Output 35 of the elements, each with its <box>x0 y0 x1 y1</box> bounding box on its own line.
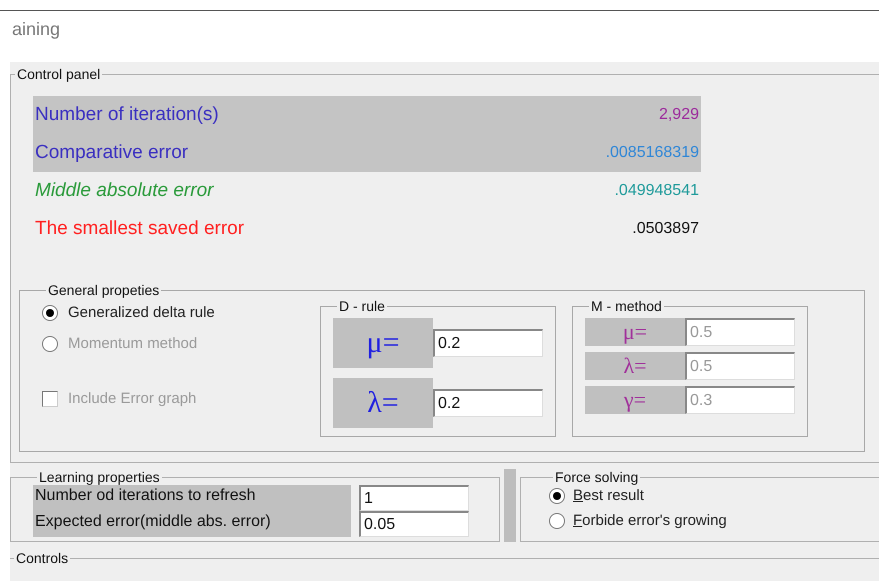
parameter-field[interactable]: 0.2 <box>433 329 543 357</box>
group-title: Control panel <box>16 66 102 82</box>
metric-value: 2,929 <box>658 106 699 124</box>
radio-button[interactable] <box>42 304 58 320</box>
group-title: M - method <box>590 298 663 314</box>
radio-option[interactable]: Best result <box>549 487 879 504</box>
window-title: aining <box>12 19 60 40</box>
radio-button[interactable] <box>549 488 565 504</box>
parameter-label: γ= <box>585 386 685 414</box>
group-title: D - rule <box>338 298 386 314</box>
radio-option[interactable]: Forbide error's growing <box>549 512 879 529</box>
metric-value: .049948541 <box>614 182 699 200</box>
parameter-label: μ= <box>333 318 433 368</box>
parameter-label: λ= <box>585 352 685 380</box>
metric-label: Comparative error <box>35 142 188 164</box>
metric-value: .0503897 <box>632 220 699 238</box>
input-field[interactable]: 1 <box>359 485 469 511</box>
group-title: Learning properties <box>38 469 161 485</box>
metric-value: .0085168319 <box>606 144 699 162</box>
group-title: Force solving <box>554 469 640 485</box>
option-label: Forbide error's growing <box>573 512 727 529</box>
radio-option[interactable]: Generalized delta rule <box>42 304 304 321</box>
metric-label: Middle absolute error <box>35 180 214 202</box>
group-title: Controls <box>15 550 70 566</box>
metric-label: The smallest saved error <box>35 218 244 240</box>
field-label: Expected error(middle abs. error) <box>33 511 351 537</box>
metric-label: Number of iteration(s) <box>35 104 219 126</box>
field-label: Number od iterations to refresh <box>33 485 351 511</box>
parameter-field[interactable]: 0.2 <box>433 389 543 417</box>
group-title: General propeties <box>47 282 160 298</box>
option-label: Best result <box>573 487 644 504</box>
radio-button[interactable] <box>549 512 565 528</box>
parameter-label: λ= <box>333 378 433 428</box>
input-field[interactable]: 0.05 <box>359 511 469 537</box>
parameter-label: μ= <box>585 318 685 346</box>
